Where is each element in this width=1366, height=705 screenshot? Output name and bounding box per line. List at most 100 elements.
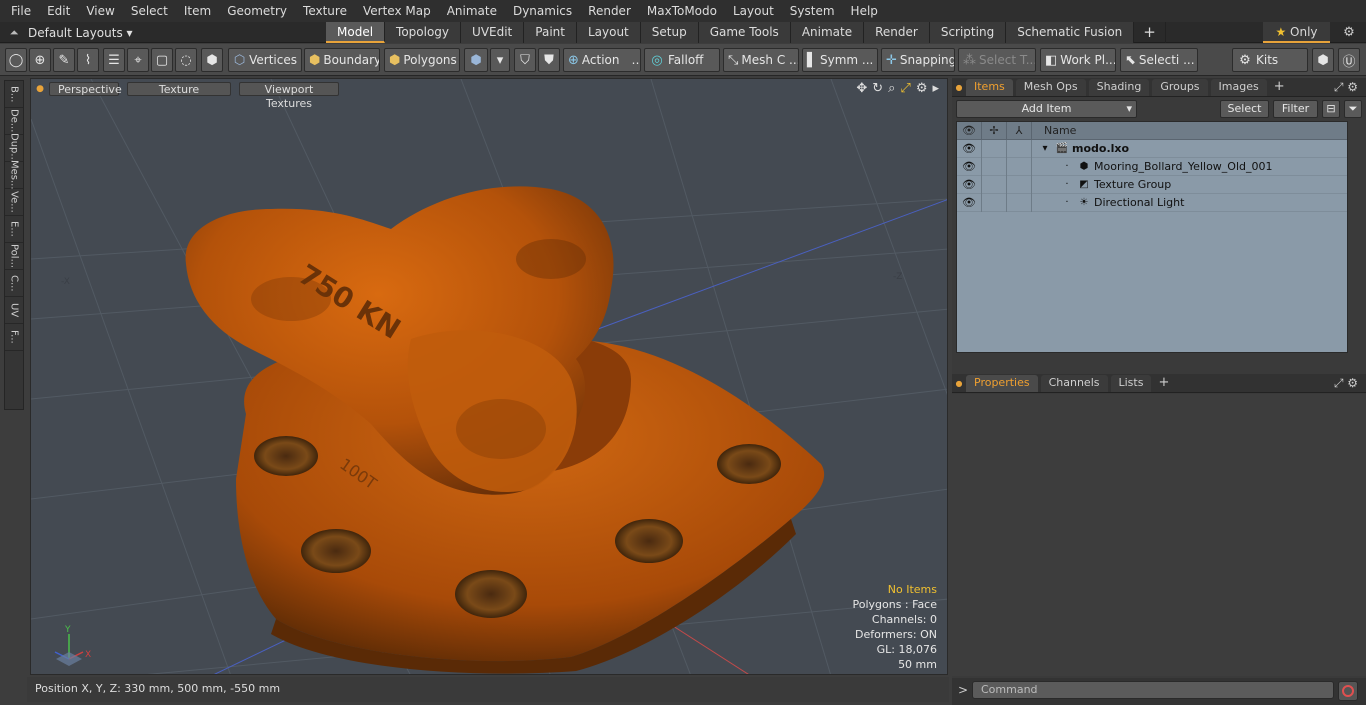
left-tab[interactable]: Dup...	[5, 133, 23, 163]
menu-render[interactable]: Render	[580, 0, 639, 22]
collapse-list-button[interactable]: ⊟	[1322, 100, 1340, 118]
tab-paint[interactable]: Paint	[524, 22, 577, 43]
menu-texture[interactable]: Texture	[295, 0, 355, 22]
items-tab-mesh-ops[interactable]: Mesh Ops	[1015, 79, 1086, 96]
menu-select[interactable]: Select	[123, 0, 176, 22]
bollard-model[interactable]: 750 KN 100T	[185, 186, 825, 674]
visibility-eye-icon[interactable]: 👁	[957, 139, 982, 158]
left-tab[interactable]: UV	[5, 297, 23, 324]
shading-button[interactable]: Texture	[127, 82, 231, 96]
lasso-button[interactable]: ◌	[175, 48, 197, 72]
items-tab-items[interactable]: Items	[966, 79, 1013, 96]
menu-geometry[interactable]: Geometry	[219, 0, 295, 22]
layout-select[interactable]: Default Layouts ▾	[28, 26, 133, 40]
select-button[interactable]: Select	[1220, 100, 1269, 118]
menu-dynamics[interactable]: Dynamics	[505, 0, 580, 22]
visibility-column-icon[interactable]: 👁	[957, 121, 982, 140]
circle-select-button[interactable]: ◯	[5, 48, 27, 72]
left-tab[interactable]: B...	[5, 81, 23, 108]
name-column-header[interactable]: Name	[1032, 124, 1076, 137]
item-row[interactable]: 👁 ▾ 🎬 modo.lxo	[957, 139, 1347, 158]
item-row[interactable]: 👁 · ◩ Texture Group	[957, 175, 1347, 194]
select-through-button[interactable]: ⁂ Select T...	[958, 48, 1036, 72]
filter-button[interactable]: Filter	[1273, 100, 1318, 118]
menu-file[interactable]: File	[3, 0, 39, 22]
visibility-eye-icon[interactable]: 👁	[957, 193, 982, 212]
left-tab[interactable]: Mes...	[5, 160, 23, 190]
properties-tab-lists[interactable]: Lists	[1110, 375, 1152, 392]
items-tab-groups[interactable]: Groups	[1152, 79, 1208, 96]
menu-item[interactable]: Item	[176, 0, 219, 22]
properties-panel-options-icon[interactable]: ⤢ ⚙	[1334, 376, 1358, 391]
boundary-button[interactable]: ⬢ Boundary	[304, 48, 380, 72]
menu-vertex-map[interactable]: Vertex Map	[355, 0, 439, 22]
maximize-view-icon[interactable]: ⤢	[900, 81, 910, 96]
tab-render[interactable]: Render	[864, 22, 930, 43]
item-mode-button[interactable]: ⬢	[201, 48, 223, 72]
visibility-eye-icon[interactable]: 👁	[957, 175, 982, 194]
tab-game-tools[interactable]: Game Tools	[698, 22, 791, 43]
material-button[interactable]: ⬢	[464, 48, 488, 72]
center-button[interactable]: ⌖	[127, 48, 149, 72]
menu-system[interactable]: System	[782, 0, 843, 22]
items-panel-menu-icon[interactable]: ●	[952, 83, 966, 92]
tab-layout[interactable]: Layout	[576, 22, 641, 43]
items-panel-options-icon[interactable]: ⤢ ⚙	[1334, 80, 1358, 95]
add-tab-button[interactable]: +	[1134, 22, 1166, 43]
lock-column-icon[interactable]: ✢	[982, 121, 1007, 140]
pen-button[interactable]: ✎	[53, 48, 75, 72]
properties-tab-channels[interactable]: Channels	[1040, 375, 1108, 392]
brush-button[interactable]: ⌇	[77, 48, 99, 72]
left-tab[interactable]: Ve...	[5, 189, 23, 216]
tab-topology[interactable]: Topology	[385, 22, 462, 43]
visibility-eye-icon[interactable]: 👁	[957, 157, 982, 176]
menu-view[interactable]: View	[78, 0, 122, 22]
menu-layout[interactable]: Layout	[725, 0, 782, 22]
mesh-constraint-button[interactable]: ⤡ Mesh C ...	[723, 48, 799, 72]
kits-button[interactable]: ⚙ Kits	[1232, 48, 1308, 72]
record-macro-button[interactable]	[1338, 681, 1358, 701]
selection-sets-button[interactable]: ⬉ Selecti ...	[1120, 48, 1198, 72]
snapping-button[interactable]: ✛ Snapping	[881, 48, 955, 72]
align-button[interactable]: ☰	[103, 48, 125, 72]
left-tab[interactable]: F...	[5, 324, 23, 351]
tab-model[interactable]: Model	[326, 22, 386, 43]
expand-arrow-icon[interactable]: ▾	[1038, 143, 1052, 154]
left-tab[interactable]: E...	[5, 216, 23, 243]
menu-animate[interactable]: Animate	[439, 0, 505, 22]
collapse-icon[interactable]: ⏶	[0, 26, 28, 40]
type-column-icon[interactable]: ⅄	[1007, 121, 1032, 140]
symmetry-button[interactable]: ▌ Symm ...	[802, 48, 878, 72]
perspective-button[interactable]: Perspective	[49, 82, 122, 96]
item-list-scrollbar[interactable]	[1348, 121, 1360, 353]
tab-scripting[interactable]: Scripting	[929, 22, 1007, 43]
material-dropdown[interactable]: ▾	[490, 48, 510, 72]
item-row[interactable]: 👁 · ☀ Directional Light	[957, 193, 1347, 212]
cube-app-button[interactable]: ⬢	[1312, 48, 1334, 72]
properties-tab-properties[interactable]: Properties	[966, 375, 1038, 392]
menu-help[interactable]: Help	[843, 0, 886, 22]
tab-schematic-fusion[interactable]: Schematic Fusion	[1006, 22, 1135, 43]
work-plane-button[interactable]: ◧ Work Pl...	[1040, 48, 1116, 72]
item-row[interactable]: 👁 · ⬢ Mooring_Bollard_Yellow_Old_001	[957, 157, 1347, 176]
properties-panel-menu-icon[interactable]: ●	[952, 379, 966, 388]
falloff-button[interactable]: ◎ Falloff	[644, 48, 720, 72]
rotate-view-icon[interactable]: ↻	[872, 81, 883, 96]
viewport-settings-icon[interactable]: ⚙	[916, 81, 928, 96]
viewport-textures-button[interactable]: Viewport Textures	[239, 82, 339, 110]
left-tab[interactable]: C...	[5, 270, 23, 297]
items-tab-images[interactable]: Images	[1210, 79, 1267, 96]
items-tab-add-tab-button[interactable]: +	[1270, 79, 1289, 96]
move-view-icon[interactable]: ✥	[856, 81, 867, 96]
globe-button[interactable]: ⊕	[29, 48, 51, 72]
add-item-button[interactable]: Add Item ▾	[956, 100, 1137, 118]
only-toggle[interactable]: ★ Only	[1263, 22, 1330, 43]
viewport-menu-icon[interactable]: ●	[31, 84, 49, 94]
menu-edit[interactable]: Edit	[39, 0, 78, 22]
polygons-button[interactable]: ⬢ Polygons	[384, 48, 460, 72]
filter-funnel-button[interactable]: ⏷	[1344, 100, 1362, 118]
box-select-button[interactable]: ▢	[151, 48, 173, 72]
sym-b-button[interactable]: ⛊	[538, 48, 560, 72]
properties-tab-add-tab-button[interactable]: +	[1154, 375, 1173, 392]
tab-animate[interactable]: Animate	[790, 22, 865, 43]
